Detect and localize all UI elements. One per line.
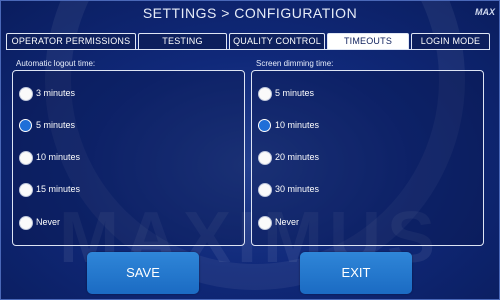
radio-icon[interactable] [19, 151, 33, 165]
radio-icon[interactable] [19, 216, 33, 230]
exit-button[interactable]: EXIT [300, 252, 412, 294]
radio-icon[interactable] [258, 183, 272, 197]
radio-icon[interactable] [258, 151, 272, 165]
option-label: 3 minutes [36, 88, 76, 98]
radio-icon[interactable] [19, 87, 33, 101]
logout-panel-label: Automatic logout time: [16, 59, 96, 68]
brand-logo: MAX [475, 7, 495, 17]
tab-testing[interactable]: TESTING [138, 33, 227, 50]
option-label: 5 minutes [36, 120, 76, 130]
save-button[interactable]: SAVE [87, 252, 199, 294]
tab-login-mode[interactable]: LOGIN MODE [411, 33, 490, 50]
tab-timeouts[interactable]: TIMEOUTS [327, 33, 409, 50]
dimming-panel-label: Screen dimming time: [256, 59, 334, 68]
option-label: Never [275, 217, 300, 227]
screen: MAXIMUS SETTINGS > CONFIGURATION MAX OPE… [0, 0, 500, 300]
option-label: 15 minutes [36, 184, 81, 194]
radio-selected-icon[interactable] [19, 119, 32, 132]
option-label: 10 minutes [275, 120, 320, 130]
tab-quality-control[interactable]: QUALITY CONTROL [229, 33, 325, 50]
option-label: 10 minutes [36, 152, 81, 162]
option-label: 5 minutes [275, 88, 315, 98]
dimming-panel: 5 minutes 10 minutes 20 minutes 30 minut… [251, 70, 484, 246]
radio-selected-icon[interactable] [258, 119, 271, 132]
option-label: 20 minutes [275, 152, 320, 162]
option-label: 30 minutes [275, 184, 320, 194]
tab-bar: OPERATOR PERMISSIONS TESTING QUALITY CON… [6, 33, 490, 50]
logout-panel: 3 minutes 5 minutes 10 minutes 15 minute… [12, 70, 245, 246]
tab-divider [6, 49, 488, 50]
tab-operator-permissions[interactable]: OPERATOR PERMISSIONS [6, 33, 136, 50]
radio-icon[interactable] [258, 216, 272, 230]
radio-icon[interactable] [19, 183, 33, 197]
page-title: SETTINGS > CONFIGURATION [142, 5, 358, 21]
radio-icon[interactable] [258, 87, 272, 101]
option-label: Never [36, 217, 61, 227]
